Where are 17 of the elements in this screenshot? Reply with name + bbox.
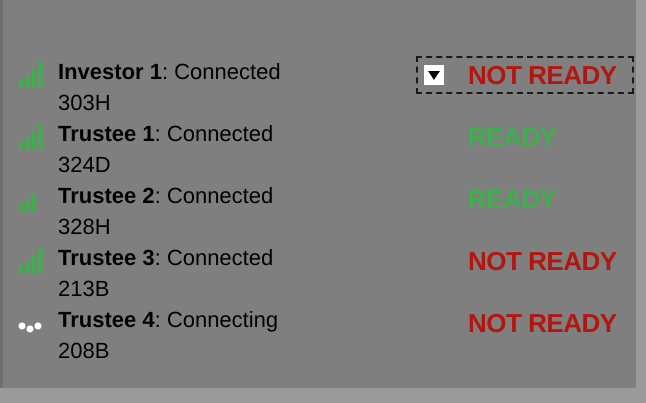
status-text: NOT READY [468, 308, 617, 338]
participant-name: Trustee 1: Connected [58, 120, 274, 148]
participant-code: 213B [58, 275, 110, 303]
participant-code: 208B [58, 337, 110, 365]
status-text: NOT READY [468, 60, 617, 90]
status-text: READY [468, 184, 557, 214]
participant-name: Investor 1: Connected [58, 58, 282, 86]
dropdown-icon[interactable] [424, 65, 444, 85]
participant-code: 328H [58, 213, 112, 241]
participant-code: 324D [58, 151, 112, 179]
participant-code: 303H [58, 89, 112, 117]
participant-name: Trustee 4: Connecting [58, 306, 280, 334]
participant-name: Trustee 2: Connected [58, 182, 274, 210]
participant-name: Trustee 3: Connected [58, 244, 274, 272]
focus-outline[interactable]: NOT READY [416, 56, 634, 94]
status-text: NOT READY [468, 246, 617, 276]
status-text: READY [468, 122, 557, 152]
